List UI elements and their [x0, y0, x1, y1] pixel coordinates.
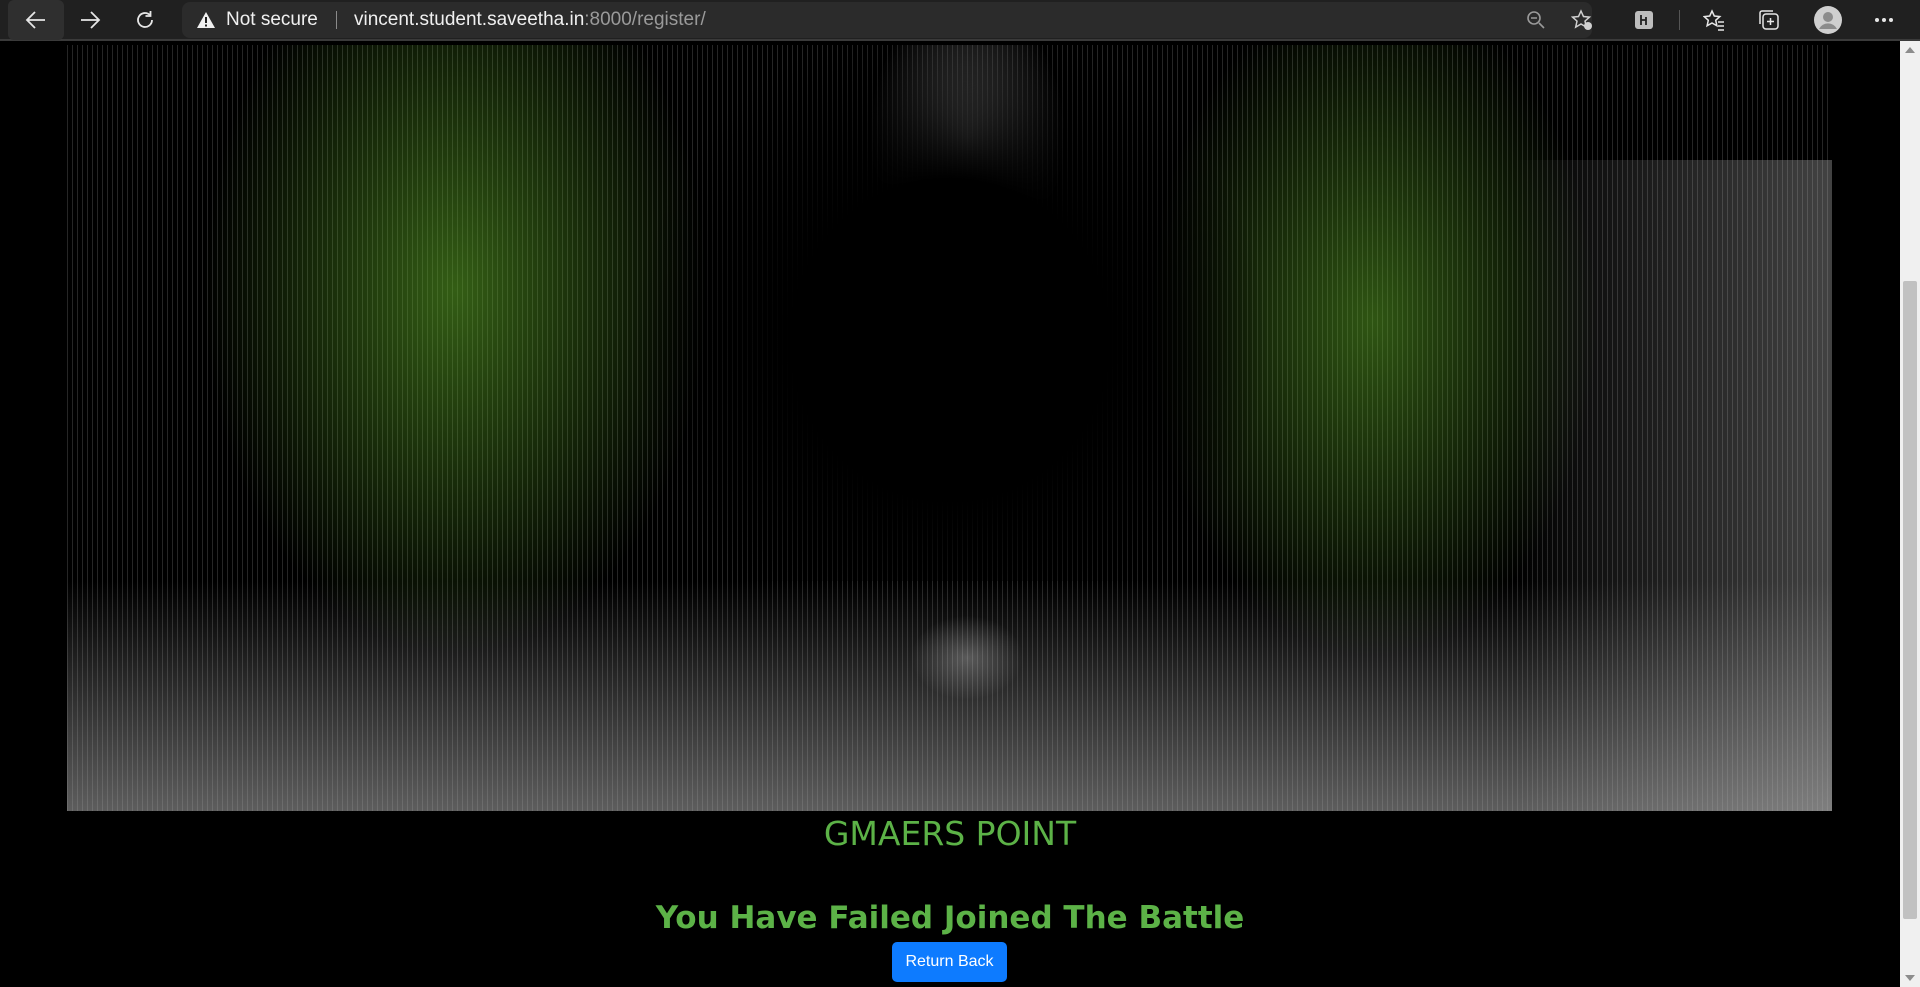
more-button[interactable] — [1864, 0, 1904, 40]
scroll-down-arrow-icon[interactable] — [1905, 975, 1915, 981]
forward-icon — [81, 11, 101, 29]
page-viewport: GMAERS POINT You Have Failed Joined The … — [0, 41, 1900, 987]
favorites-icon — [1703, 9, 1724, 31]
add-favorite-button[interactable] — [1562, 0, 1602, 40]
refresh-icon — [137, 11, 153, 28]
add-favorite-icon — [1571, 9, 1592, 30]
url-text[interactable]: vincent.student.saveetha.in:8000/registe… — [354, 2, 706, 38]
scroll-up-arrow-icon[interactable] — [1905, 47, 1915, 53]
hero-glitch-overlay — [1514, 159, 1832, 811]
profile-button[interactable] — [1808, 0, 1848, 40]
favorites-button[interactable] — [1694, 0, 1734, 40]
toolbar-divider — [1679, 10, 1680, 30]
collections-icon — [1759, 10, 1779, 30]
separator — [336, 11, 337, 29]
brand-title: GMAERS POINT — [823, 814, 1077, 853]
back-button[interactable] — [8, 0, 64, 40]
refresh-button[interactable] — [117, 0, 173, 40]
zoom-out-icon — [1527, 11, 1545, 29]
failure-message: You Have Failed Joined The Battle — [655, 900, 1245, 936]
url-path: :8000/register/ — [584, 9, 706, 30]
profile-icon — [1814, 6, 1842, 34]
more-icon — [1875, 18, 1893, 22]
back-icon — [25, 11, 45, 29]
scrollbar-thumb[interactable] — [1903, 281, 1917, 919]
url-host: vincent.student.saveetha.in — [354, 9, 585, 30]
extension-button[interactable] — [1624, 0, 1664, 40]
extension-icon — [1635, 11, 1653, 29]
browser-toolbar: Not secure vincent.student.saveetha.in:8… — [0, 0, 1920, 41]
return-back-button[interactable]: Return Back — [892, 942, 1007, 982]
address-bar[interactable]: Not secure vincent.student.saveetha.in:8… — [182, 2, 1592, 38]
hero-banner-image — [67, 45, 1832, 811]
vertical-scrollbar[interactable] — [1900, 41, 1920, 987]
warning-icon — [197, 12, 215, 28]
zoom-button[interactable] — [1516, 0, 1556, 40]
hero-silhouette — [596, 45, 1303, 582]
forward-button[interactable] — [62, 0, 118, 40]
security-status[interactable]: Not secure — [226, 2, 318, 38]
collections-button[interactable] — [1749, 0, 1789, 40]
